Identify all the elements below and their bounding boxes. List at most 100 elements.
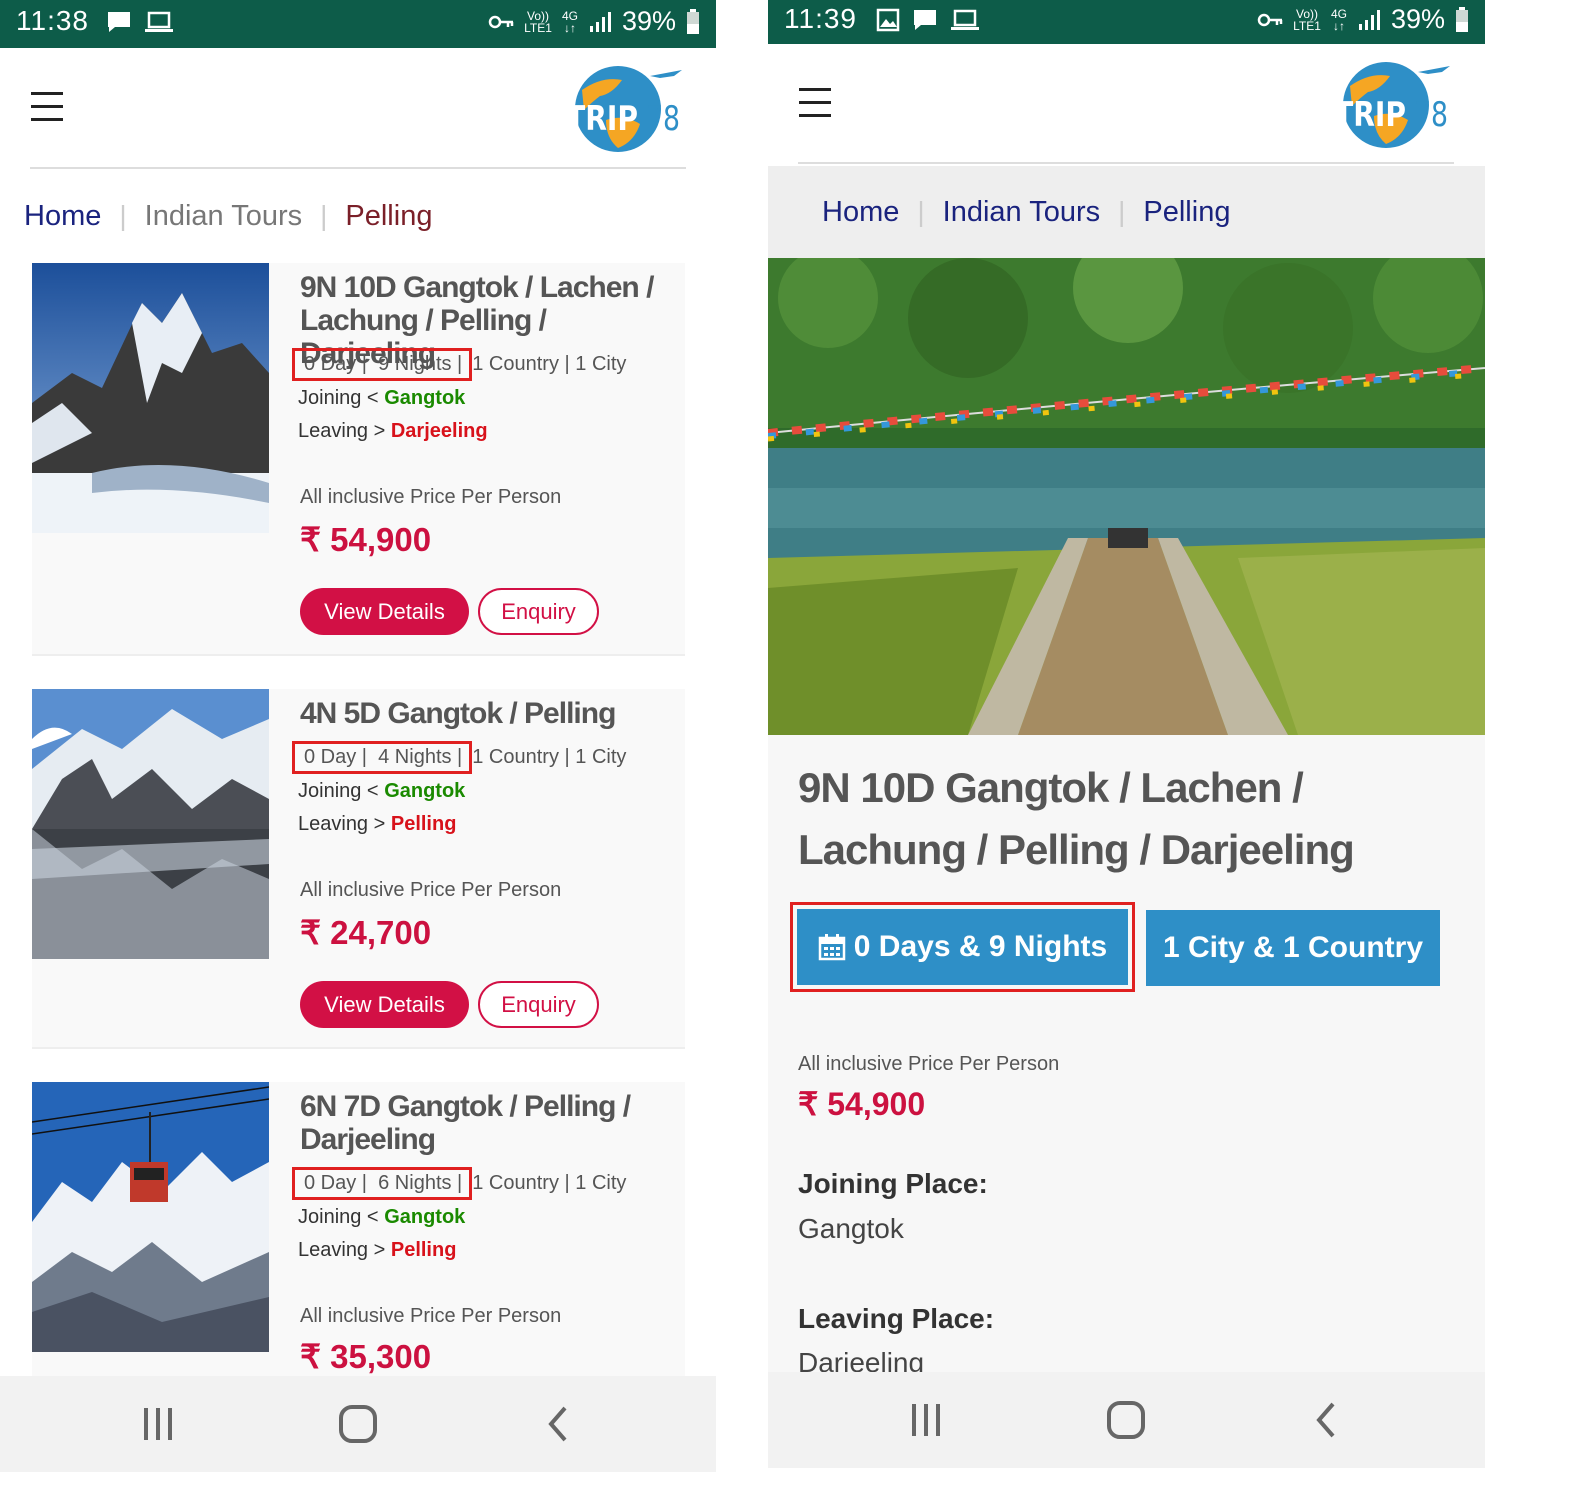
breadcrumb-home[interactable]: Home: [822, 196, 899, 229]
recents-icon[interactable]: [133, 1404, 183, 1444]
tour-days: 0 Day |: [304, 353, 367, 375]
duration-text: 0 Days & 9 Nights: [853, 930, 1108, 963]
home-icon[interactable]: [333, 1404, 383, 1444]
hamburger-icon[interactable]: [799, 88, 831, 118]
leaving-place: Darjeeling: [390, 420, 488, 442]
breadcrumb-separator: |: [1118, 196, 1126, 227]
header-divider: [798, 162, 1454, 164]
leaving-label: Leaving >: [298, 1239, 386, 1261]
breadcrumb-separator: |: [917, 196, 925, 227]
tour-title[interactable]: 6N 7D Gangtok / Pelling / Darjeeling: [300, 1090, 685, 1156]
duration-highlight: 0 Day | 6 Nights |: [292, 1167, 473, 1200]
leaving-label: Leaving >: [298, 813, 386, 835]
battery-percent: 39%: [1390, 4, 1445, 34]
header-divider: [30, 167, 686, 169]
breadcrumb-separator: |: [320, 200, 328, 231]
status-time: 11:38: [16, 5, 89, 36]
tour-detail: 9N 10D Gangtok / Lachen / Lachung / Pell…: [768, 735, 1485, 1378]
battery-percent: 39%: [621, 6, 676, 36]
leaving-place: Pelling: [390, 1239, 457, 1261]
tour-nights: 4 Nights |: [378, 746, 463, 768]
tour-title[interactable]: 4N 5D Gangtok / Pelling: [300, 697, 685, 730]
duration-badge[interactable]: 0 Days & 9 Nights: [797, 909, 1128, 985]
tour-image-snow-mountain[interactable]: [32, 263, 269, 533]
tour-card: 9N 10D Gangtok / Lachen / Lachung / Pell…: [32, 263, 685, 656]
tour-price: ₹ 24,700: [300, 914, 432, 951]
breadcrumb: Home | Indian Tours | Pelling: [768, 166, 1485, 258]
price-label: All inclusive Price Per Person: [300, 879, 562, 901]
joining-value: Gangtok: [798, 1213, 904, 1244]
battery-icon: [1456, 6, 1468, 32]
lte-label: LTE1: [1293, 18, 1321, 33]
detail-price: ₹ 54,900: [798, 1086, 926, 1122]
tour-nights: 6 Nights |: [378, 1172, 463, 1194]
duration-highlight: 0 Days & 9 Nights: [790, 902, 1135, 992]
joining-label: Joining <: [298, 1206, 379, 1228]
site-header: TRIP 78: [0, 48, 716, 170]
view-details-button[interactable]: View Details: [300, 588, 469, 635]
phone-screen-listing: 11:38 Vo)) LTE1 4G ↓↑ 39% TRIP 78 Home |…: [0, 0, 716, 1472]
lte-label: LTE1: [524, 20, 552, 35]
site-header: TRIP 78: [768, 44, 1485, 166]
message-icon: [108, 12, 130, 32]
laptop-icon: [145, 11, 173, 32]
tour-nights: 9 Nights |: [378, 353, 463, 375]
tour-card: 6N 7D Gangtok / Pelling / Darjeeling 0 D…: [32, 1082, 685, 1382]
leaving-place: Pelling: [390, 813, 457, 835]
breadcrumb-current[interactable]: Pelling: [1143, 196, 1230, 229]
network-type: 4G: [1330, 6, 1347, 21]
volte-label: Vo)): [527, 8, 550, 23]
joining-place: Gangtok: [384, 387, 466, 409]
price-label: All inclusive Price Per Person: [300, 1305, 562, 1327]
tour-price: ₹ 35,300: [300, 1338, 432, 1375]
tour-image-ropeway[interactable]: [32, 1082, 269, 1352]
tour-image-mountain-lake[interactable]: [32, 689, 269, 959]
trip78-logo[interactable]: TRIP 78: [1330, 58, 1454, 150]
enquiry-button[interactable]: Enquiry: [478, 588, 599, 635]
recents-icon[interactable]: [901, 1400, 951, 1440]
tour-days: 0 Day |: [304, 746, 367, 768]
hamburger-icon[interactable]: [31, 92, 63, 122]
home-icon[interactable]: [1101, 1400, 1151, 1440]
location-badge[interactable]: 1 City & 1 Country: [1146, 910, 1440, 986]
tour-country-city: 1 Country | 1 City: [472, 1172, 627, 1194]
hero-image-lake-bridge: [768, 258, 1485, 735]
breadcrumb-current: Pelling: [345, 199, 433, 232]
tour-country-city: 1 Country | 1 City: [472, 746, 627, 768]
breadcrumb-indian-tours[interactable]: Indian Tours: [943, 196, 1100, 229]
status-bar: 11:38 Vo)) LTE1 4G ↓↑ 39%: [0, 0, 716, 48]
joining-heading: Joining Place:: [798, 1168, 988, 1199]
view-details-button[interactable]: View Details: [300, 981, 469, 1028]
detail-title: 9N 10D Gangtok / Lachen / Lachung / Pell…: [798, 764, 1355, 873]
back-icon[interactable]: [533, 1404, 583, 1444]
status-bar: 11:39 Vo)) LTE1 4G ↓↑ 39%: [768, 0, 1485, 44]
network-type: 4G: [561, 8, 578, 23]
laptop-icon: [951, 9, 979, 30]
logo-text-trip: TRIP: [1334, 95, 1406, 135]
price-label: All inclusive Price Per Person: [300, 486, 562, 508]
joining-place: Gangtok: [384, 780, 466, 802]
message-icon: [914, 10, 936, 30]
joining-place: Gangtok: [384, 1206, 466, 1228]
key-icon: [488, 15, 514, 28]
breadcrumb: Home | Indian Tours | Pelling: [0, 190, 716, 242]
phone-screen-detail: 11:39 Vo)) LTE1 4G ↓↑ 39% TRIP 78 Home |…: [768, 0, 1485, 1468]
joining-label: Joining <: [298, 387, 379, 409]
volte-label: Vo)): [1296, 6, 1319, 21]
signal-icon: [589, 11, 611, 32]
price-label: All inclusive Price Per Person: [798, 1053, 1060, 1075]
enquiry-button[interactable]: Enquiry: [478, 981, 599, 1028]
trip78-logo[interactable]: TRIP 78: [562, 62, 686, 154]
logo-text-78: 78: [1414, 95, 1448, 135]
breadcrumb-indian-tours[interactable]: Indian Tours: [145, 200, 302, 233]
image-icon: [876, 8, 900, 32]
status-time: 11:39: [784, 3, 857, 34]
joining-label: Joining <: [298, 780, 379, 802]
back-icon[interactable]: [1301, 1400, 1351, 1440]
android-nav-bar: [768, 1372, 1485, 1468]
breadcrumb-separator: |: [119, 200, 127, 231]
android-nav-bar: [0, 1376, 716, 1472]
leaving-heading: Leaving Place:: [798, 1303, 995, 1334]
breadcrumb-home[interactable]: Home: [24, 200, 101, 233]
calendar-icon: [818, 934, 846, 961]
